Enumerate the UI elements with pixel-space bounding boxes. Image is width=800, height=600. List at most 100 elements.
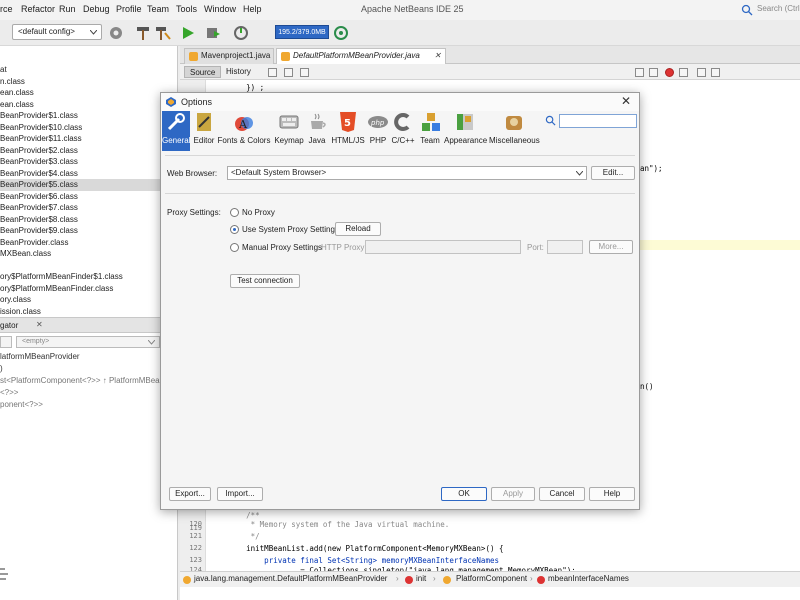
tree-item[interactable]: BeanProvider$1.class: [0, 110, 178, 122]
system-proxy-radio[interactable]: [230, 225, 239, 234]
uncomment-icon[interactable]: [711, 68, 720, 77]
menu-debug[interactable]: Debug: [83, 4, 110, 14]
navigator-view-select[interactable]: [0, 336, 12, 348]
record-macro-icon[interactable]: [665, 68, 674, 77]
close-icon[interactable]: ✕: [621, 94, 631, 108]
edit-browser-button[interactable]: Edit...: [591, 166, 635, 180]
tree-item[interactable]: BeanProvider$4.class: [0, 168, 178, 180]
source-view-button[interactable]: Source: [184, 66, 222, 78]
options-search-input[interactable]: [559, 114, 637, 128]
no-proxy-radio[interactable]: [230, 208, 239, 217]
tree-item-selected[interactable]: BeanProvider$5.class: [0, 179, 178, 191]
last-edit-icon[interactable]: [268, 68, 277, 77]
ide-search[interactable]: Search (Ctrl+: [740, 3, 800, 17]
tree-item[interactable]: ory.class: [0, 294, 178, 306]
forward-icon[interactable]: [300, 68, 309, 77]
import-button[interactable]: Import...: [217, 487, 263, 501]
category-team[interactable]: Team: [418, 111, 442, 151]
tree-item[interactable]: ean.class: [0, 87, 178, 99]
navigator-member-select[interactable]: <empty>: [16, 336, 160, 348]
debug-icon[interactable]: [205, 25, 221, 41]
category-keymap[interactable]: Keymap: [274, 111, 304, 151]
history-view-button[interactable]: History: [221, 66, 256, 78]
export-button[interactable]: Export...: [169, 487, 211, 501]
test-connection-button[interactable]: Test connection: [230, 274, 300, 288]
comment-icon[interactable]: [697, 68, 706, 77]
navigator-item[interactable]: ): [0, 363, 178, 375]
category-editor[interactable]: Editor: [191, 111, 217, 151]
manual-proxy-label[interactable]: Manual Proxy Settings: [242, 243, 322, 252]
config-select[interactable]: <default config>: [12, 24, 102, 40]
line-number: 123: [189, 556, 202, 564]
breadcrumb-item[interactable]: init: [416, 574, 426, 583]
menu-team[interactable]: Team: [147, 4, 169, 14]
tree-item[interactable]: n.class: [0, 76, 178, 88]
tree-item[interactable]: at: [0, 64, 178, 76]
category-java[interactable]: Java: [306, 111, 328, 151]
tree-item[interactable]: ory$PlatformMBeanFinder$1.class: [0, 271, 178, 283]
tree-item[interactable]: ory$PlatformMBeanFinder.class: [0, 283, 178, 295]
tab-default-platform-mbean-provider[interactable]: DefaultPlatformMBeanProvider.java ✕: [276, 48, 446, 64]
cancel-button[interactable]: Cancel: [539, 487, 585, 501]
manual-proxy-radio[interactable]: [230, 243, 239, 252]
category-fonts-colors[interactable]: A Fonts & Colors: [217, 111, 271, 151]
menu-window[interactable]: Window: [204, 4, 236, 14]
shift-left-icon[interactable]: [635, 68, 644, 77]
menu-profile[interactable]: Profile: [116, 4, 142, 14]
no-proxy-label[interactable]: No Proxy: [242, 208, 275, 217]
close-tab-icon[interactable]: ✕: [434, 49, 441, 63]
hammer-build-icon[interactable]: [135, 25, 151, 41]
navigator-item[interactable]: latformMBeanProvider: [0, 351, 178, 363]
category-html-js[interactable]: 5 HTML/JS: [331, 111, 365, 151]
tree-item[interactable]: BeanProvider$2.class: [0, 145, 178, 157]
category-cpp[interactable]: C/C++: [391, 111, 415, 151]
menu-tools[interactable]: Tools: [176, 4, 197, 14]
more-button[interactable]: More...: [589, 240, 633, 254]
port-input[interactable]: [547, 240, 583, 254]
run-icon[interactable]: [180, 25, 196, 41]
http-proxy-input[interactable]: [365, 240, 521, 254]
navigator-close-icon[interactable]: ✕: [36, 320, 43, 329]
tree-item[interactable]: BeanProvider$9.class: [0, 225, 178, 237]
category-php[interactable]: php PHP: [366, 111, 390, 151]
breadcrumb-item[interactable]: PlatformComponent: [456, 574, 527, 583]
tree-item[interactable]: [0, 260, 178, 272]
profile-icon[interactable]: [233, 25, 249, 41]
shift-right-icon[interactable]: [649, 68, 658, 77]
category-appearance[interactable]: Appearance: [444, 111, 487, 151]
menu-run[interactable]: Run: [59, 4, 76, 14]
navigator-item[interactable]: <?>>: [0, 387, 178, 399]
tree-item[interactable]: ission.class: [0, 306, 178, 318]
tab-mavenproject1[interactable]: Mavenproject1.java: [184, 48, 274, 64]
gc-icon[interactable]: [333, 25, 349, 41]
ok-button[interactable]: OK: [441, 487, 487, 501]
clean-build-icon[interactable]: [155, 25, 171, 41]
tree-item[interactable]: BeanProvider$7.class: [0, 202, 178, 214]
menu-refactor[interactable]: Refactor: [21, 4, 55, 14]
web-browser-select[interactable]: <Default System Browser>: [227, 166, 587, 180]
gear-config-icon[interactable]: [108, 25, 124, 41]
tree-item[interactable]: BeanProvider$11.class: [0, 133, 178, 145]
back-icon[interactable]: [284, 68, 293, 77]
reload-button[interactable]: Reload: [335, 222, 381, 236]
memory-meter[interactable]: 195.2/379.0MB: [275, 25, 329, 39]
breadcrumb-item[interactable]: mbeanInterfaceNames: [548, 574, 629, 583]
menu-source[interactable]: rce: [0, 4, 13, 14]
category-general[interactable]: General: [162, 111, 190, 151]
tree-item[interactable]: BeanProvider$10.class: [0, 122, 178, 134]
tree-item[interactable]: ean.class: [0, 99, 178, 111]
tree-item[interactable]: BeanProvider$8.class: [0, 214, 178, 226]
tree-item[interactable]: BeanProvider$3.class: [0, 156, 178, 168]
apply-button[interactable]: Apply: [491, 487, 535, 501]
stop-macro-icon[interactable]: [679, 68, 688, 77]
breadcrumb-item[interactable]: java.lang.management.DefaultPlatformMBea…: [194, 574, 387, 583]
tree-item[interactable]: BeanProvider.class: [0, 237, 178, 249]
navigator-item[interactable]: st<PlatformComponent<?>> ↑ PlatformMBean…: [0, 375, 178, 387]
help-button[interactable]: Help: [589, 487, 635, 501]
menu-help[interactable]: Help: [243, 4, 262, 14]
navigator-item[interactable]: ponent<?>>: [0, 399, 178, 411]
system-proxy-label[interactable]: Use System Proxy Settings: [242, 225, 339, 234]
tree-item[interactable]: BeanProvider$6.class: [0, 191, 178, 203]
tree-item[interactable]: MXBean.class: [0, 248, 178, 260]
category-miscellaneous[interactable]: Miscellaneous: [489, 111, 540, 151]
